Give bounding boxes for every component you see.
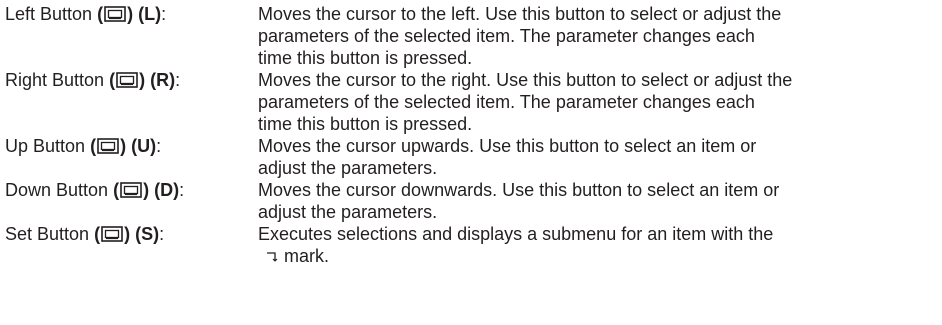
- description-line: Moves the cursor upwards. Use this butto…: [258, 136, 757, 156]
- submenu-mark-icon: [267, 252, 278, 262]
- description-line: adjust the parameters.: [258, 202, 438, 222]
- description-line: Moves the cursor to the right. Use this …: [258, 70, 793, 90]
- term-key: (U): [131, 136, 157, 156]
- term-left-button: Left Button () (L):: [5, 3, 258, 25]
- term-key: (L): [138, 4, 162, 24]
- entry-set-button: Set Button () (S): Executes selections a…: [5, 223, 942, 267]
- term-set-button: Set Button () (S):: [5, 223, 258, 245]
- description-line: Moves the cursor downwards. Use this but…: [258, 180, 780, 200]
- term-name: Left Button: [5, 4, 93, 24]
- term-colon: :: [175, 70, 181, 90]
- term-colon: :: [179, 180, 185, 200]
- term-name: Set Button: [5, 224, 90, 244]
- button-icon: [97, 138, 119, 154]
- term-name: Up Button: [5, 136, 86, 156]
- description-up-button: Moves the cursor upwards. Use this butto…: [258, 135, 938, 179]
- open-paren: (: [90, 136, 97, 156]
- term-right-button: Right Button () (R):: [5, 69, 258, 91]
- open-paren: (: [97, 4, 104, 24]
- term-up-button: Up Button () (U):: [5, 135, 258, 157]
- description-set-button: Executes selections and displays a subme…: [258, 223, 938, 267]
- description-right-button: Moves the cursor to the right. Use this …: [258, 69, 938, 135]
- close-paren: ): [120, 136, 127, 156]
- description-down-button: Moves the cursor downwards. Use this but…: [258, 179, 938, 223]
- term-down-button: Down Button () (D):: [5, 179, 258, 201]
- button-descriptions: Left Button () (L): Moves the cursor to …: [0, 0, 942, 325]
- term-colon: :: [156, 136, 162, 156]
- term-key: (R): [150, 70, 176, 90]
- button-icon: [101, 226, 123, 242]
- description-line: Executes selections and displays a subme…: [258, 224, 774, 244]
- term-key: (S): [135, 224, 160, 244]
- close-paren: ): [139, 70, 146, 90]
- open-paren: (: [94, 224, 101, 244]
- description-line-with-mark: mark.: [258, 245, 938, 267]
- open-paren: (: [109, 70, 116, 90]
- description-left-button: Moves the cursor to the left. Use this b…: [258, 3, 938, 69]
- entry-left-button: Left Button () (L): Moves the cursor to …: [5, 3, 942, 69]
- description-line: parameters of the selected item. The par…: [258, 92, 755, 112]
- term-colon: :: [161, 4, 167, 24]
- term-name: Down Button: [5, 180, 109, 200]
- description-line: Moves the cursor to the left. Use this b…: [258, 4, 782, 24]
- entry-up-button: Up Button () (U): Moves the cursor upwar…: [5, 135, 942, 179]
- close-paren: ): [143, 180, 150, 200]
- description-line: time this button is pressed.: [258, 48, 473, 68]
- description-line: parameters of the selected item. The par…: [258, 26, 755, 46]
- term-name: Right Button: [5, 70, 105, 90]
- open-paren: (: [113, 180, 120, 200]
- description-line: adjust the parameters.: [258, 158, 438, 178]
- close-paren: ): [127, 4, 134, 24]
- description-line: mark.: [284, 246, 329, 266]
- button-icon: [116, 72, 138, 88]
- description-line: time this button is pressed.: [258, 114, 473, 134]
- term-key: (D): [154, 180, 180, 200]
- term-colon: :: [159, 224, 165, 244]
- button-icon: [120, 182, 142, 198]
- entry-down-button: Down Button () (D): Moves the cursor dow…: [5, 179, 942, 223]
- close-paren: ): [124, 224, 131, 244]
- button-icon: [104, 6, 126, 22]
- entry-right-button: Right Button () (R): Moves the cursor to…: [5, 69, 942, 135]
